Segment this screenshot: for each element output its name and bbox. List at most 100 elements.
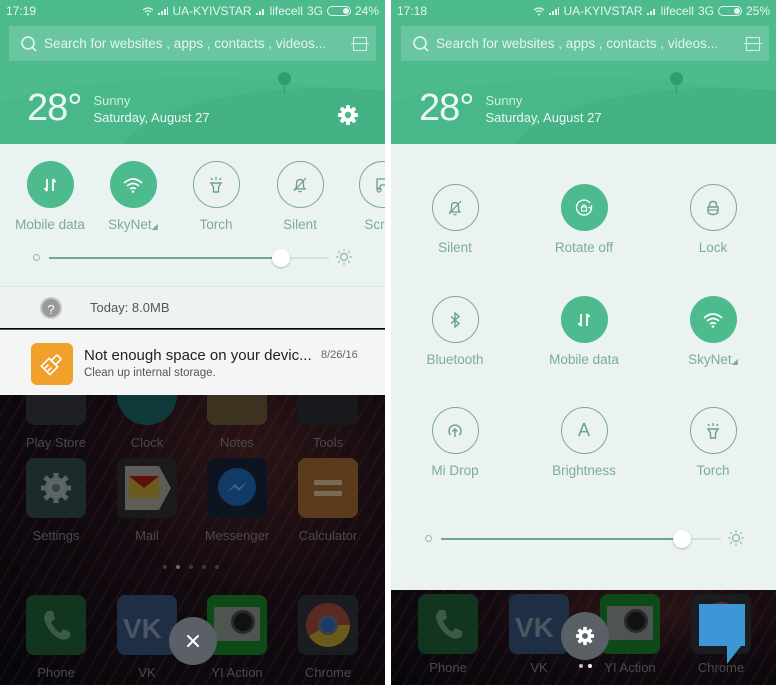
battery-icon [717,6,742,16]
toggle-silent[interactable]: Silent [415,184,495,255]
search-bar[interactable]: Search for websites , apps , contacts , … [9,26,376,61]
toggle-wifi[interactable]: SkyNet◢ [673,296,753,367]
app-chrome[interactable]: Chrome [293,595,363,680]
toggle-label: SkyNet [688,352,732,367]
network-type: 3G [306,4,323,18]
scan-icon[interactable] [744,36,762,51]
lock-icon [707,200,719,215]
scan-icon[interactable] [351,36,369,51]
brightness-low-icon [33,254,40,261]
weather-temperature: 28° [27,87,82,129]
chrome-icon [306,603,350,647]
weather-date: Saturday, August 27 [485,110,602,125]
brightness-high-icon [336,249,352,265]
toggle-silent[interactable]: Silent [260,161,340,232]
weather-condition: Sunny [485,93,523,108]
network-type: 3G [697,4,714,18]
weather-widget[interactable]: 28° Sunny Saturday, August 27 [27,88,210,128]
cleaner-app-icon [31,343,73,385]
brightness-high-icon [728,530,744,546]
signal-icon [158,7,169,15]
toggle-torch[interactable]: Torch [176,161,256,232]
settings-button[interactable] [337,104,359,126]
toggle-mobile-data[interactable]: Mobile data [10,161,90,232]
status-bar: 17:18 UA-KYIVSTAR lifecell 3G 25% [391,0,776,22]
battery-icon [326,6,351,16]
app-label: Play Store [26,435,86,450]
brightness-slider[interactable] [425,529,745,549]
weather-widget[interactable]: 28° Sunny Saturday, August 27 [419,88,602,128]
app-phone[interactable]: Phone [21,595,91,680]
app-label: VK [138,665,156,680]
mobile-data-icon [43,177,57,192]
app-label: VK [530,660,548,675]
toggle-label: Mobile data [549,352,619,367]
toggle-rotate[interactable]: Rotate off [544,184,624,255]
toggle-bluetooth[interactable]: Bluetooth [415,296,495,367]
app-phone[interactable]: Phone [413,594,483,675]
app-label: Tools [312,435,344,450]
battery-percent: 24% [354,4,379,18]
signal-corner-icon: ◢ [151,222,158,231]
app-label: Messenger [204,528,270,543]
slider-thumb[interactable] [272,249,291,267]
signal-icon [255,7,266,15]
brightness-slider[interactable] [33,248,353,268]
toggle-label: Brightness [552,463,616,478]
edit-toggles-button[interactable] [561,612,609,660]
screenshot-icon [376,177,385,193]
page-dot [202,565,206,569]
toggle-label: SkyNet [108,217,152,232]
camera-lens-icon [231,610,255,634]
search-placeholder: Search for websites , apps , contacts , … [44,36,327,51]
app-settings[interactable]: Settings [21,458,91,543]
app-messenger[interactable]: Messenger [202,458,272,543]
app-mail[interactable]: Mail [112,458,182,543]
weather-temperature: 28° [419,87,474,129]
quick-settings-panel: Mobile data SkyNet◢ Torch Silent Scree [0,144,385,286]
status-time: 17:19 [6,4,37,18]
toggle-label: Scree [364,217,385,232]
data-usage-text: Today: 8.0MB [90,300,170,315]
page-indicator [579,664,592,668]
status-time: 17:18 [397,4,428,18]
battery-percent: 25% [745,4,770,18]
mail-icon [125,466,171,510]
brightness-low-icon [425,535,432,542]
signal-corner-icon: ◢ [731,357,738,366]
toggle-label: Torch [696,463,730,478]
bluetooth-icon [450,310,461,329]
toggle-wifi[interactable]: SkyNet◢ [93,161,173,232]
notification-subtitle: Clean up internal storage. [84,367,216,379]
toggle-auto-brightness[interactable]: A Brightness [544,407,624,478]
camera-lens-icon [624,609,648,633]
cleaner-brush-icon [40,354,62,376]
slider-track [49,249,329,267]
signal-icon [646,7,657,15]
help-icon: ? [40,296,62,319]
data-usage-row[interactable]: ? Today: 8.0MB [0,286,385,328]
carrier-1: UA-KYIVSTAR [172,4,252,18]
toggle-torch[interactable]: Torch [673,407,753,478]
search-bar[interactable]: Search for websites , apps , contacts , … [401,26,769,61]
mobile-data-icon [577,312,591,327]
carrier-1: UA-KYIVSTAR [563,4,643,18]
home-screen: Phone VK VK YI Action Chrome [391,590,776,685]
toggle-label: Torch [199,217,233,232]
weather-condition: Sunny [93,93,131,108]
slider-thumb[interactable] [672,530,691,548]
app-label: Phone [37,665,75,680]
app-calculator[interactable]: Calculator [293,458,363,543]
status-bar: 17:19 UA-KYIVSTAR lifecell 3G 24% [0,0,385,22]
toggle-lock[interactable]: Lock [673,184,753,255]
app-label: YI Action [211,665,263,680]
app-label: Chrome [304,665,352,680]
toggle-mi-drop[interactable]: Mi Drop [415,407,495,478]
silent-icon [448,200,462,215]
toggle-screenshot[interactable]: Scree [342,161,385,232]
right-screenshot: Phone VK VK YI Action Chrome 17:18 UA-KY… [391,0,776,685]
notification-card[interactable]: Not enough space on your devic... Clean … [0,329,385,395]
close-shade-button[interactable] [169,617,217,665]
toggle-mobile-data[interactable]: Mobile data [544,296,624,367]
decor-tree-trunk [284,84,285,94]
